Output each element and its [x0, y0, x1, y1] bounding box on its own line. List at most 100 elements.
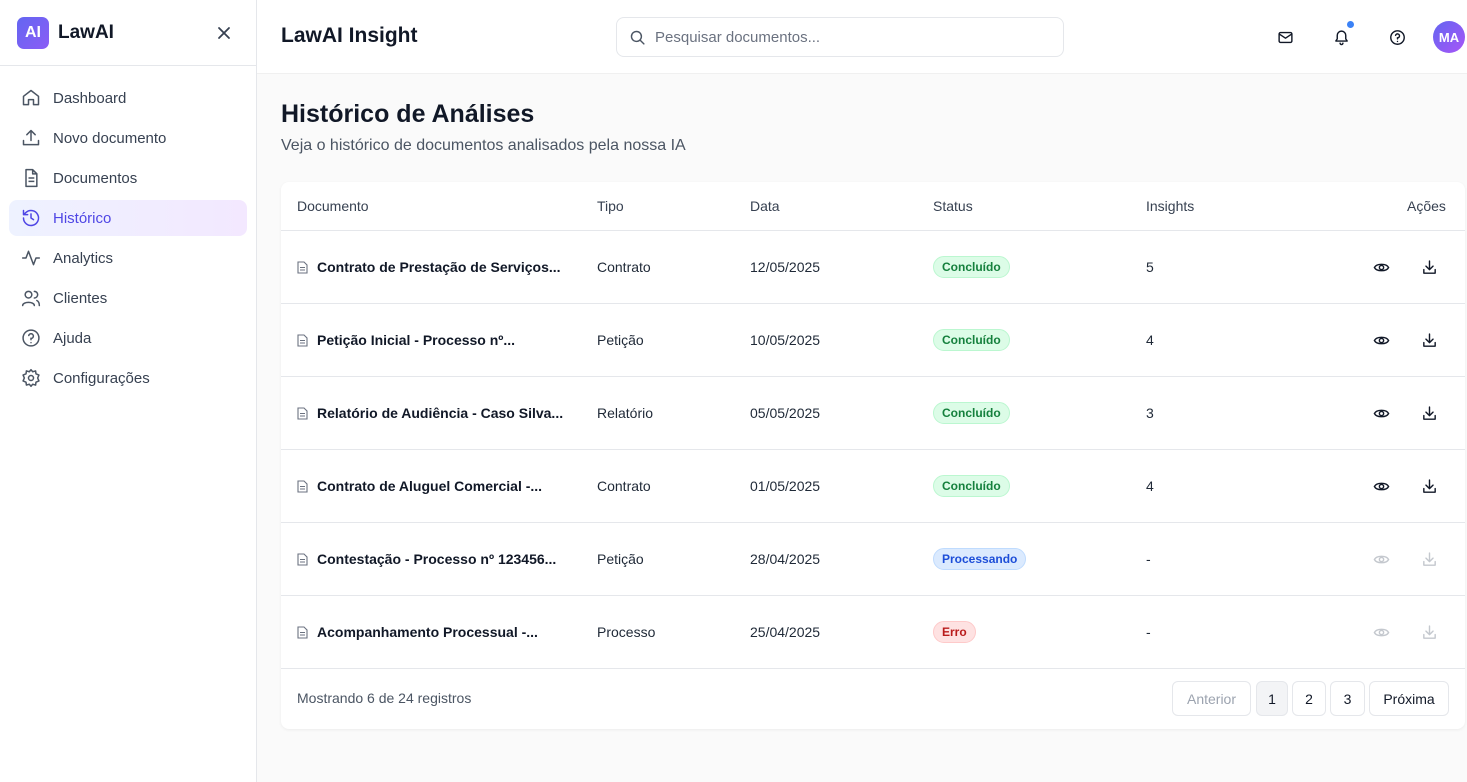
view-button[interactable]: [1372, 477, 1390, 495]
type-cell: Processo: [597, 624, 656, 640]
notifications-button[interactable]: [1331, 21, 1354, 47]
date-cell: 01/05/2025: [750, 478, 821, 494]
download-icon: [1422, 259, 1436, 274]
sidebar-item-historico[interactable]: Histórico: [9, 200, 247, 236]
sidebar-item-label: Dashboard: [53, 89, 127, 107]
document-cell[interactable]: Petição Inicial - Processo nº...: [297, 332, 515, 348]
insights-cell: -: [1146, 551, 1151, 567]
search-input[interactable]: [655, 28, 1035, 46]
insights-cell: 3: [1146, 405, 1154, 421]
document-name: Contestação - Processo nº 123456...: [317, 551, 557, 567]
eye-icon: [1373, 628, 1389, 636]
column-header-status: Status: [933, 198, 973, 214]
file-icon: [297, 552, 309, 566]
download-icon: [1422, 478, 1436, 493]
users-icon: [21, 288, 41, 308]
document-cell[interactable]: Acompanhamento Processual -...: [297, 624, 538, 640]
sidebar-item-configuracoes[interactable]: Configurações: [9, 360, 247, 396]
status-badge: Concluído: [933, 256, 1010, 278]
page-1-button[interactable]: 1: [1256, 681, 1288, 716]
page-subtitle: Veja o histórico de documentos analisado…: [281, 137, 686, 154]
table-row[interactable]: Contestação - Processo nº 123456... Petiç…: [281, 523, 1465, 596]
document-cell[interactable]: Contrato de Aluguel Comercial -...: [297, 478, 542, 494]
document-cell[interactable]: Contestação - Processo nº 123456...: [297, 551, 556, 567]
file-icon: [297, 333, 309, 347]
document-name: Petição Inicial - Processo nº...: [317, 332, 516, 348]
status-badge: Concluído: [933, 475, 1010, 497]
app-title: LawAI Insight: [281, 24, 418, 47]
column-header-documento: Documento: [297, 198, 369, 214]
sidebar-item-documentos[interactable]: Documentos: [9, 160, 247, 196]
download-icon: [1422, 405, 1436, 420]
table-row[interactable]: Petição Inicial - Processo nº... Petição 1…: [281, 304, 1465, 377]
sidebar-item-novo-documento[interactable]: Novo documento: [9, 120, 247, 156]
date-cell: 10/05/2025: [750, 332, 821, 348]
insights-cell: 5: [1146, 259, 1154, 275]
sidebar-item-analytics[interactable]: Analytics: [9, 240, 247, 276]
view-button[interactable]: [1372, 550, 1390, 568]
sidebar-item-dashboard[interactable]: Dashboard: [9, 80, 247, 116]
column-header-data: Data: [750, 198, 780, 214]
sidebar-item-ajuda[interactable]: Ajuda: [9, 320, 247, 356]
status-badge: Concluído: [933, 329, 1010, 351]
download-button[interactable]: [1420, 550, 1438, 568]
upload-icon: [21, 128, 41, 148]
view-button[interactable]: [1372, 623, 1390, 641]
page-2-button[interactable]: 2: [1292, 681, 1326, 716]
file-icon: [297, 260, 309, 274]
settings-icon: [21, 368, 41, 388]
sidebar-nav: Dashboard Novo documento Documentos Hist…: [0, 66, 256, 396]
document-name: Acompanhamento Processual -...: [317, 624, 538, 640]
download-button[interactable]: [1420, 258, 1438, 276]
table-row[interactable]: Contrato de Prestação de Serviços... Cont…: [281, 231, 1465, 304]
history-table-card: Documento Tipo Data Status Insights Açõe…: [281, 182, 1465, 729]
eye-icon: [1373, 409, 1389, 417]
sidebar-item-label: Novo documento: [53, 129, 167, 147]
brand-header: AI LawAI: [0, 0, 256, 66]
sidebar-item-label: Histórico: [53, 209, 112, 227]
sidebar-item-clientes[interactable]: Clientes: [9, 280, 247, 316]
type-cell: Contrato: [597, 478, 651, 494]
sidebar-item-label: Configurações: [53, 369, 150, 387]
help-circle-icon: [21, 328, 41, 348]
mail-icon: [1277, 31, 1293, 43]
next-page-button[interactable]: Próxima: [1369, 681, 1449, 716]
user-avatar[interactable]: MA: [1433, 21, 1465, 53]
sidebar-item-label: Clientes: [53, 289, 108, 307]
notification-dot: [1347, 21, 1354, 28]
download-button[interactable]: [1420, 623, 1438, 641]
app-logo: AI: [17, 16, 49, 49]
type-cell: Petição: [597, 332, 644, 348]
status-badge: Processando: [933, 548, 1027, 570]
document-cell[interactable]: Relatório de Audiência - Caso Silva...: [297, 405, 563, 421]
help-button[interactable]: [1387, 27, 1407, 47]
document-name: Contrato de Aluguel Comercial -...: [317, 478, 543, 494]
type-cell: Petição: [597, 551, 644, 567]
brand-name: LawAI: [58, 21, 114, 43]
view-button[interactable]: [1372, 331, 1390, 349]
insights-cell: 4: [1146, 332, 1154, 348]
download-button[interactable]: [1420, 331, 1438, 349]
search-icon: [630, 30, 645, 45]
eye-icon: [1373, 482, 1389, 490]
type-cell: Contrato: [597, 259, 651, 275]
status-badge: Erro: [933, 621, 976, 643]
messages-button[interactable]: [1275, 27, 1295, 47]
previous-page-button[interactable]: Anterior: [1172, 681, 1251, 716]
view-button[interactable]: [1372, 404, 1390, 422]
activity-icon: [21, 248, 41, 268]
eye-icon: [1373, 263, 1389, 271]
download-button[interactable]: [1420, 404, 1438, 422]
close-sidebar-button[interactable]: [215, 24, 233, 42]
table-row[interactable]: Relatório de Audiência - Caso Silva... Re…: [281, 377, 1465, 450]
table-row[interactable]: Contrato de Aluguel Comercial -... Contra…: [281, 450, 1465, 523]
document-name: Contrato de Prestação de Serviços...: [317, 259, 561, 275]
table-row[interactable]: Acompanhamento Processual -... Processo 25…: [281, 596, 1465, 669]
bell-icon: [1334, 29, 1348, 45]
page-3-button[interactable]: 3: [1330, 681, 1365, 716]
top-bar: LawAI Insight MA: [257, 0, 1467, 74]
document-cell[interactable]: Contrato de Prestação de Serviços...: [297, 259, 561, 275]
search-box[interactable]: [616, 17, 1064, 57]
download-button[interactable]: [1420, 477, 1438, 495]
view-button[interactable]: [1372, 258, 1390, 276]
